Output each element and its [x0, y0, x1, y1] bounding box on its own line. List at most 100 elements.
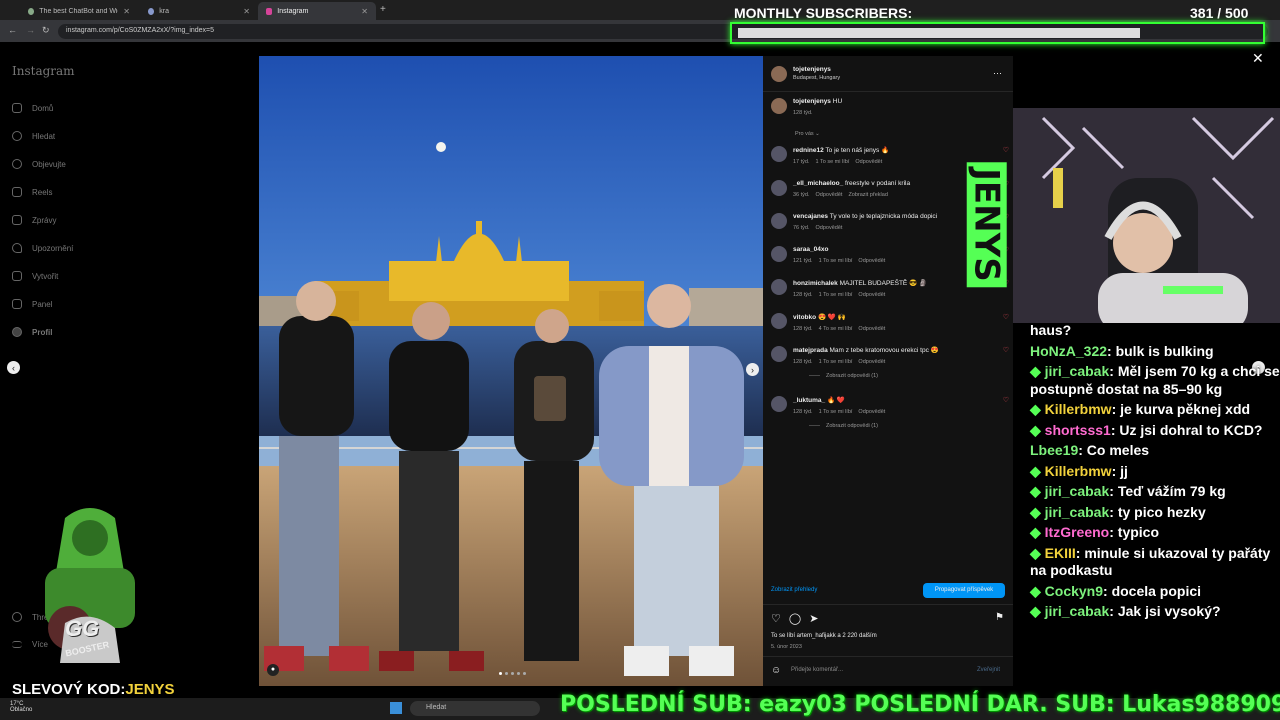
avatar[interactable] [771, 180, 787, 196]
reply-button[interactable]: Odpovědět [858, 258, 885, 264]
comment-icon[interactable]: ◯ [789, 612, 801, 625]
reply-button[interactable]: Odpovědět [858, 409, 885, 415]
sidebar-item-search[interactable]: Hledat [12, 131, 55, 141]
reply-button[interactable]: Odpovědět [858, 326, 885, 332]
comment-likes[interactable]: 4 To se mi líbí [819, 326, 853, 332]
weather-desc: Oblačno [10, 707, 33, 713]
share-icon[interactable]: ➤ [809, 612, 818, 625]
reply-button[interactable]: Odpovědět [816, 192, 843, 198]
avatar[interactable] [771, 346, 787, 362]
comment-likes[interactable]: 1 To se mi líbí [819, 292, 853, 298]
likes-text: To se líbí artem_hafijakk a 2 220 dalším [771, 633, 877, 639]
view-replies-link[interactable]: —— Zobrazit odpovědi (1) [809, 373, 997, 379]
chat-username[interactable]: Cockyn9 [1045, 583, 1103, 599]
sidebar-item-explore[interactable]: Objevujte [12, 159, 66, 169]
previous-post-button[interactable]: ‹ [7, 361, 20, 374]
chat-username[interactable]: jiri_cabak [1045, 363, 1110, 379]
chat-username[interactable]: ItzGreeno [1045, 524, 1110, 540]
sidebar-item-messages[interactable]: Zprávy [12, 215, 56, 225]
comment-user[interactable]: vitobko [793, 314, 816, 321]
chat-username[interactable]: jiri_cabak [1045, 603, 1110, 619]
avatar[interactable] [771, 98, 787, 114]
back-icon[interactable]: ← [8, 25, 17, 35]
view-insights-link[interactable]: Zobrazit přehledy [771, 587, 817, 593]
comment-like-icon[interactable]: ♡ [1003, 346, 1009, 379]
comment-text: 🔥 ❤️ [826, 397, 845, 404]
like-icon[interactable]: ♡ [771, 612, 781, 625]
weather-widget[interactable]: 17°C Oblačno [10, 701, 32, 713]
comment-user[interactable]: honzimichalek [793, 280, 838, 287]
reply-button[interactable]: Odpovědět [855, 159, 882, 165]
chat-username[interactable]: Lbee19 [1030, 442, 1078, 458]
likes-summary[interactable]: To se líbí artem_hafijakk a 2 220 dalším [771, 633, 877, 639]
chat-message: ◆ jiri_cabak: ty pico hezky [1030, 504, 1280, 522]
comment-likes[interactable]: 1 To se mi líbí [819, 409, 853, 415]
chat-text: : docela popici [1103, 582, 1202, 599]
browser-tab[interactable]: The best ChatBot and Widgets ✕ [20, 2, 138, 20]
browser-tab[interactable]: kra ✕ [140, 2, 258, 20]
subscribers-progress-bar [730, 22, 1265, 44]
comment-likes[interactable]: 1 To se mi líbí [819, 359, 853, 365]
view-replies-link[interactable]: —— Zobrazit odpovědi (1) [809, 423, 997, 429]
chat-username[interactable]: EKIII [1045, 545, 1076, 561]
promote-post-button[interactable]: Propagovat příspěvek [923, 583, 1005, 598]
chat-username[interactable]: HoNzA_322 [1030, 343, 1107, 359]
next-image-button[interactable]: › [746, 363, 759, 376]
comment-likes[interactable]: 1 To se mi líbí [816, 159, 850, 165]
instagram-logo[interactable]: Instagram [12, 64, 75, 78]
save-icon[interactable]: ⚑ [995, 612, 1004, 623]
more-options-icon[interactable]: ⋯ [993, 68, 1002, 79]
sidebar-item-profile[interactable]: Profil [12, 327, 52, 337]
badge-icon: ◆ [1030, 401, 1045, 417]
add-comment-input[interactable]: Přidejte komentář... [791, 667, 843, 673]
sidebar-item-reels[interactable]: Reels [12, 187, 52, 197]
chat-username[interactable]: Killerbmw [1045, 401, 1112, 417]
sidebar-item-notifications[interactable]: Upozornění [12, 243, 73, 253]
sidebar-item-create[interactable]: Vytvořit [12, 271, 58, 281]
chat-username[interactable]: jiri_cabak [1045, 504, 1110, 520]
reply-button[interactable]: Odpovědět [816, 225, 843, 231]
caption-author[interactable]: tojetenjenys [793, 98, 831, 105]
windows-start-icon[interactable] [390, 702, 402, 714]
close-icon[interactable]: ✕ [123, 7, 130, 16]
comment-user[interactable]: _luktuma_ [793, 397, 825, 404]
avatar[interactable] [771, 213, 787, 229]
emoji-icon[interactable]: ☺ [771, 665, 781, 676]
avatar[interactable] [771, 246, 787, 262]
comment-user[interactable]: _ell_michaeloo_ [793, 180, 843, 187]
reload-icon[interactable]: ↻ [42, 25, 50, 36]
sidebar-item-home[interactable]: Domů [12, 103, 53, 113]
reply-button[interactable]: Odpovědět [858, 359, 885, 365]
avatar[interactable] [771, 313, 787, 329]
comment-user[interactable]: matejprada [793, 347, 828, 354]
avatar[interactable] [771, 66, 787, 82]
avatar[interactable] [771, 146, 787, 162]
post-photo: › ● [259, 56, 763, 686]
avatar[interactable] [771, 279, 787, 295]
close-icon[interactable]: ✕ [361, 7, 368, 16]
post-location[interactable]: Budapest, Hungary [793, 75, 840, 81]
comment-user[interactable]: rednine12 [793, 147, 824, 154]
publish-comment-button[interactable]: Zveřejnit [977, 667, 1000, 673]
taskbar-search[interactable]: Hledat [410, 701, 540, 716]
comment-like-icon[interactable]: ♡ [1003, 396, 1009, 429]
close-modal-icon[interactable]: ✕ [1252, 50, 1264, 67]
comment-user[interactable]: saraa_04xo [793, 246, 828, 253]
post-author[interactable]: tojetenjenys [793, 66, 840, 73]
reply-button[interactable]: Odpovědět [858, 292, 885, 298]
close-icon[interactable]: ✕ [243, 7, 250, 16]
chat-text: : Uz jsi dohral to KCD? [1110, 421, 1263, 438]
chat-username[interactable]: shortsss1 [1045, 422, 1111, 438]
chat-username[interactable]: Killerbmw [1045, 463, 1112, 479]
translate-link[interactable]: Zobrazit překlad [848, 192, 887, 198]
tagged-user-icon[interactable]: ● [267, 664, 279, 676]
forward-icon[interactable]: → [26, 25, 35, 35]
new-tab-button[interactable]: + [380, 4, 386, 15]
avatar[interactable] [771, 396, 787, 412]
comment-user[interactable]: vencajanes [793, 213, 828, 220]
chat-username[interactable]: jiri_cabak [1045, 483, 1110, 499]
comment-sort-dropdown[interactable]: Pro vás ⌄ [795, 131, 820, 137]
sidebar-item-dashboard[interactable]: Panel [12, 299, 52, 309]
browser-tab-active[interactable]: Instagram ✕ [258, 2, 376, 20]
comment-likes[interactable]: 1 To se mi líbí [819, 258, 853, 264]
